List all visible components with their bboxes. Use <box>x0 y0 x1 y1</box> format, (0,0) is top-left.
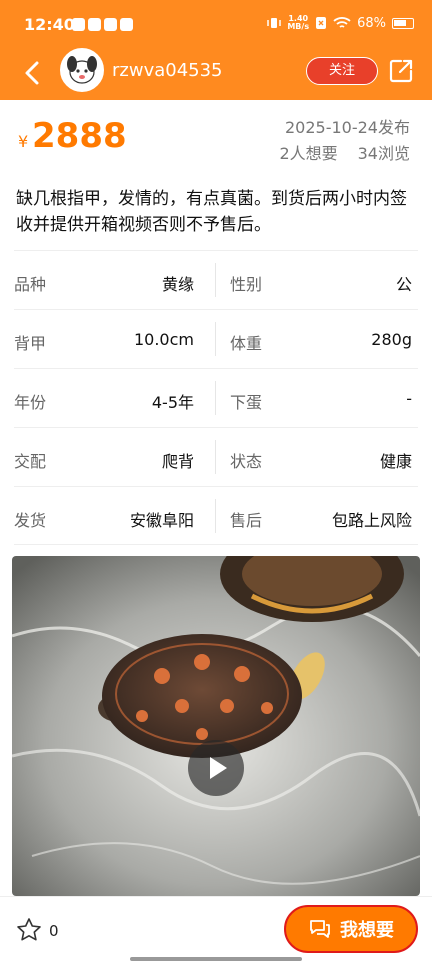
spec-label: 售后 <box>230 511 263 530</box>
spec-cell: 背甲 10.0cm <box>14 310 200 369</box>
navbar: rzwva04535 关注 <box>0 48 432 100</box>
spec-value: - <box>406 389 412 408</box>
net-speed: 1.40 MB/s <box>287 15 309 31</box>
price-row: ¥ 2888 2025-10-24发布 2人想要 34浏览 <box>16 114 416 174</box>
spec-value: 公 <box>395 275 412 294</box>
spec-value: 健康 <box>379 452 412 471</box>
spec-cell: 体重 280g <box>230 310 418 369</box>
battery-icon <box>392 17 414 29</box>
vibrate-icon <box>267 18 282 28</box>
spec-label: 年份 <box>14 393 47 412</box>
spec-cell: 年份 4-5年 <box>14 369 200 428</box>
divider <box>215 440 216 474</box>
play-button[interactable] <box>188 740 244 796</box>
spec-label: 体重 <box>230 334 263 353</box>
want-count: 2人想要 <box>279 144 338 163</box>
avatar[interactable] <box>60 48 104 92</box>
spec-label: 背甲 <box>14 334 47 353</box>
product-video[interactable] <box>12 556 420 896</box>
spec-value: 10.0cm <box>133 330 194 349</box>
publish-date: 2025-10-24发布 <box>285 118 410 137</box>
app-notification-icon <box>88 18 101 31</box>
share-icon[interactable] <box>388 58 414 84</box>
spec-cell: 下蛋 - <box>230 369 418 428</box>
divider <box>215 322 216 356</box>
spec-cell: 品种 黄缘 <box>14 251 200 310</box>
status-time: 12:40 <box>24 15 75 34</box>
app-notification-icon <box>104 18 117 31</box>
listing-description: 缺几根指甲，发情的，有点真菌。到货后两小时内签收并提供开箱视频否则不予售后。 <box>16 189 407 235</box>
status-right: 1.40 MB/s 68% <box>267 15 414 31</box>
want-button-label: 我想要 <box>340 920 394 941</box>
spec-value: 280g <box>371 330 412 349</box>
divider <box>215 381 216 415</box>
spec-row: 交配 爬背 状态 健康 <box>14 427 418 486</box>
spec-label: 品种 <box>14 275 47 294</box>
play-icon <box>210 757 227 779</box>
spec-value: 爬背 <box>161 452 194 471</box>
spec-label: 发货 <box>14 511 47 530</box>
spec-row: 发货 安徽阜阳 售后 包路上风险 <box>14 486 418 545</box>
spec-label: 性别 <box>230 275 263 294</box>
bottom-bar: 0 我想要 <box>0 896 432 964</box>
cartoon-dog-avatar-icon <box>62 50 102 90</box>
wifi-icon <box>333 17 351 28</box>
favorite-count: 0 <box>49 922 59 940</box>
view-count: 34浏览 <box>357 144 410 163</box>
sim-icon <box>316 17 327 29</box>
battery-percent: 68% <box>357 15 386 31</box>
specs-table: 品种 黄缘 性别 公 背甲 10.0cm 体重 280g 年份 4-5年 下蛋 … <box>14 250 418 545</box>
spec-label: 交配 <box>14 452 47 471</box>
currency-symbol: ¥ <box>18 132 29 151</box>
spec-cell: 发货 安徽阜阳 <box>14 487 200 546</box>
spec-row: 品种 黄缘 性别 公 <box>14 250 418 309</box>
spec-cell: 售后 包路上风险 <box>230 487 418 546</box>
notification-icons <box>72 18 133 31</box>
app-notification-icon <box>120 18 133 31</box>
status-bar: 12:40 1.40 MB/s 68% <box>0 0 432 50</box>
spec-value: 安徽阜阳 <box>129 511 194 530</box>
seller-username[interactable]: rzwva04535 <box>112 60 223 81</box>
divider <box>215 499 216 533</box>
divider <box>215 263 216 297</box>
want-button[interactable]: 我想要 <box>284 905 418 953</box>
follow-button[interactable]: 关注 <box>306 57 378 85</box>
spec-label: 状态 <box>230 452 263 471</box>
listing-stats: 2人想要 34浏览 <box>279 140 410 164</box>
price: 2888 <box>32 116 127 156</box>
spec-row: 年份 4-5年 下蛋 - <box>14 368 418 427</box>
chat-bubble-icon <box>310 920 330 938</box>
back-arrow-icon[interactable] <box>18 58 48 88</box>
home-indicator[interactable] <box>130 957 302 961</box>
star-icon[interactable] <box>16 917 42 943</box>
spec-cell: 状态 健康 <box>230 428 418 487</box>
spec-label: 下蛋 <box>230 393 263 412</box>
net-speed-unit: MB/s <box>287 22 310 31</box>
turtle-photo <box>12 556 420 896</box>
spec-row: 背甲 10.0cm 体重 280g <box>14 309 418 368</box>
spec-value: 黄缘 <box>161 275 194 294</box>
app-notification-icon <box>72 18 85 31</box>
spec-value: 包路上风险 <box>331 511 412 530</box>
spec-value: 4-5年 <box>151 393 194 412</box>
spec-cell: 性别 公 <box>230 251 418 310</box>
spec-cell: 交配 爬背 <box>14 428 200 487</box>
